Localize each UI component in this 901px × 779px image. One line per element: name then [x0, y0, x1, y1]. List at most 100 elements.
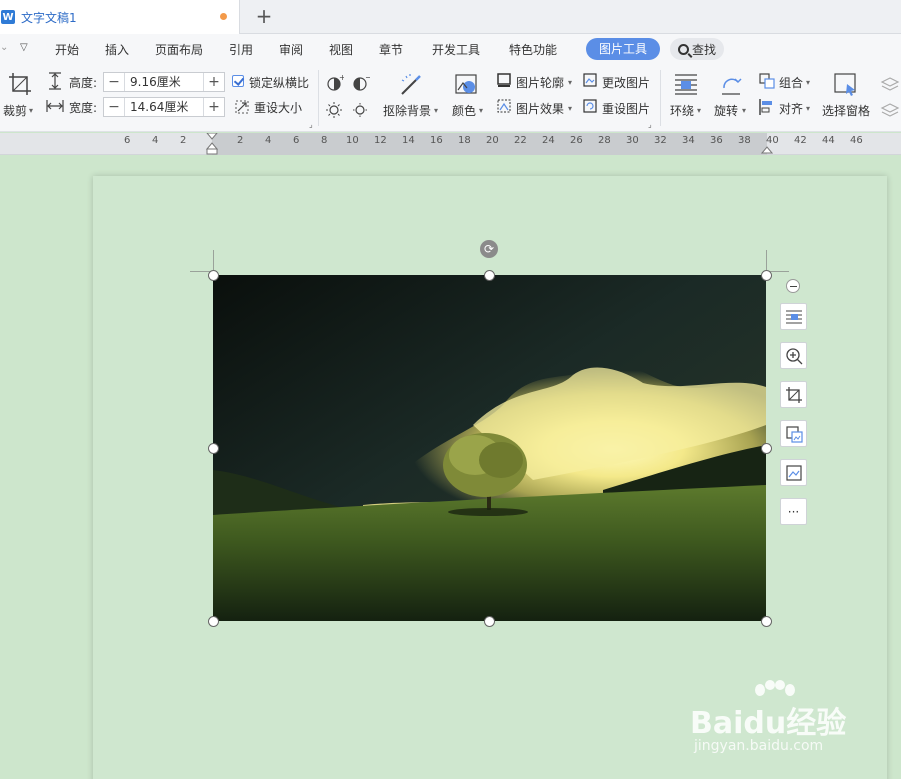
crop-float-button[interactable] [780, 381, 807, 408]
change-picture-icon[interactable] [582, 72, 598, 88]
collapse-toolbar-icon[interactable] [786, 279, 800, 293]
resize-handle-top[interactable] [484, 270, 495, 281]
resize-handle-right[interactable] [761, 443, 772, 454]
title-bar: W 文字文稿1 + [0, 0, 901, 34]
find-label: 查找 [691, 42, 716, 57]
selected-picture[interactable] [213, 275, 766, 621]
rotate-handle-icon[interactable]: ⟳ [480, 240, 498, 258]
crop-label[interactable]: 裁剪 [3, 102, 27, 119]
reset-size-icon[interactable] [234, 99, 250, 115]
text-wrap-icon[interactable] [674, 72, 698, 96]
document-tab[interactable]: W 文字文稿1 [0, 0, 240, 34]
menu-special-features[interactable]: 特色功能 [509, 41, 557, 58]
picture-outline-dropdown-icon[interactable]: ▾ [568, 78, 572, 87]
tab-picture-tools[interactable]: 图片工具 [586, 38, 660, 60]
color-label[interactable]: 颜色 [452, 102, 476, 119]
picture-outline-label[interactable]: 图片轮廓 [516, 74, 564, 91]
watermark-main-text: Baidu经验 [690, 706, 847, 741]
selection-pane-icon[interactable] [833, 72, 859, 98]
decrease-contrast-icon[interactable]: − [352, 74, 370, 92]
reset-size-label[interactable]: 重设大小 [254, 99, 302, 116]
group-dropdown-icon[interactable]: ▾ [806, 78, 810, 87]
new-tab-button[interactable]: + [254, 4, 274, 28]
decrease-brightness-icon[interactable] [352, 100, 370, 118]
send-backward-icon[interactable] [880, 100, 900, 118]
menu-developer[interactable]: 开发工具 [432, 41, 480, 58]
right-indent-marker-icon[interactable] [761, 143, 773, 155]
rotate-icon[interactable] [718, 72, 744, 98]
picture-to-text-float-button[interactable] [780, 459, 807, 486]
height-input[interactable]: 9.16厘米 [124, 73, 204, 91]
ruler-tick-label: 18 [458, 135, 471, 146]
group-icon[interactable] [758, 72, 776, 90]
width-icon [46, 100, 64, 112]
picture-to-text-icon [785, 464, 802, 481]
group-label[interactable]: 组合 [779, 74, 803, 91]
size-dialog-launcher-icon[interactable]: ⌟ [309, 120, 313, 129]
change-picture-label[interactable]: 更改图片 [602, 74, 650, 91]
picture-outline-icon[interactable] [496, 72, 512, 88]
quick-access-icon[interactable]: ⌄ [0, 42, 8, 53]
resize-handle-bottom-left[interactable] [208, 616, 219, 627]
zoom-button[interactable] [780, 342, 807, 369]
menu-references[interactable]: 引用 [229, 41, 253, 58]
width-input[interactable]: 14.64厘米 [124, 98, 204, 116]
crop-dropdown-icon[interactable]: ▾ [29, 106, 33, 115]
height-increase-button[interactable]: + [204, 73, 224, 91]
picture-effect-icon[interactable] [496, 98, 512, 114]
picture-dialog-launcher-icon[interactable]: ⌟ [648, 120, 652, 129]
crop-icon[interactable] [8, 72, 32, 96]
resize-handle-bottom[interactable] [484, 616, 495, 627]
picture-effect-dropdown-icon[interactable]: ▾ [568, 104, 572, 113]
lock-ratio-label[interactable]: 锁定纵横比 [249, 74, 309, 91]
ruler-tick-label: 12 [374, 135, 387, 146]
remove-background-label[interactable]: 抠除背景 [383, 102, 431, 119]
wrap-dropdown-icon[interactable]: ▾ [697, 106, 701, 115]
picture-effect-label[interactable]: 图片效果 [516, 100, 564, 117]
change-picture-float-button[interactable] [780, 420, 807, 447]
layout-options-button[interactable] [780, 303, 807, 330]
horizontal-ruler[interactable]: 6 4 2 2 4 6 8 10 12 14 16 18 20 22 24 26 28 30 32 34 36 38 40 4… [0, 133, 901, 155]
height-decrease-button[interactable]: − [104, 73, 124, 91]
remove-background-dropdown-icon[interactable]: ▾ [434, 106, 438, 115]
width-increase-button[interactable]: + [204, 98, 224, 116]
resize-handle-top-left[interactable] [208, 270, 219, 281]
find-button[interactable]: 查找 [670, 38, 724, 60]
wrap-label[interactable]: 环绕 [670, 102, 694, 119]
selection-pane-label[interactable]: 选择窗格 [822, 102, 870, 119]
reset-picture-icon[interactable] [582, 98, 598, 114]
align-dropdown-icon[interactable]: ▾ [806, 104, 810, 113]
rotate-dropdown-icon[interactable]: ▾ [742, 106, 746, 115]
color-dropdown-icon[interactable]: ▾ [479, 106, 483, 115]
picture-color-icon[interactable] [454, 72, 480, 98]
increase-contrast-icon[interactable]: + [326, 74, 344, 92]
resize-handle-bottom-right[interactable] [761, 616, 772, 627]
ruler-tick-label: 42 [794, 135, 807, 146]
menu-insert[interactable]: 插入 [105, 41, 129, 58]
menu-view[interactable]: 视图 [329, 41, 353, 58]
menu-chapter[interactable]: 章节 [379, 41, 403, 58]
lock-ratio-checkbox[interactable] [232, 75, 244, 87]
menu-review[interactable]: 审阅 [279, 41, 303, 58]
width-stepper[interactable]: − 14.64厘米 + [103, 97, 225, 117]
resize-handle-top-right[interactable] [761, 270, 772, 281]
menu-page-layout[interactable]: 页面布局 [155, 41, 203, 58]
ruler-tick-label: 10 [346, 135, 359, 146]
increase-brightness-icon[interactable] [326, 100, 344, 118]
menu-home[interactable]: 开始 [55, 41, 79, 58]
reset-picture-label[interactable]: 重设图片 [602, 100, 650, 117]
align-icon[interactable] [758, 98, 776, 116]
ruler-tick-label: 32 [654, 135, 667, 146]
width-decrease-button[interactable]: − [104, 98, 124, 116]
menu-collapse-icon[interactable]: ▽ [20, 42, 28, 53]
resize-handle-left[interactable] [208, 443, 219, 454]
first-line-indent-marker-icon[interactable] [206, 133, 218, 155]
height-stepper[interactable]: − 9.16厘米 + [103, 72, 225, 92]
ruler-tick-label: 6 [293, 135, 300, 146]
bring-forward-icon[interactable] [880, 74, 900, 92]
width-label: 宽度: [69, 101, 98, 115]
rotate-label[interactable]: 旋转 [714, 102, 738, 119]
remove-background-icon[interactable] [398, 72, 424, 98]
align-label[interactable]: 对齐 [779, 100, 803, 117]
more-options-button[interactable]: ··· [780, 498, 807, 525]
